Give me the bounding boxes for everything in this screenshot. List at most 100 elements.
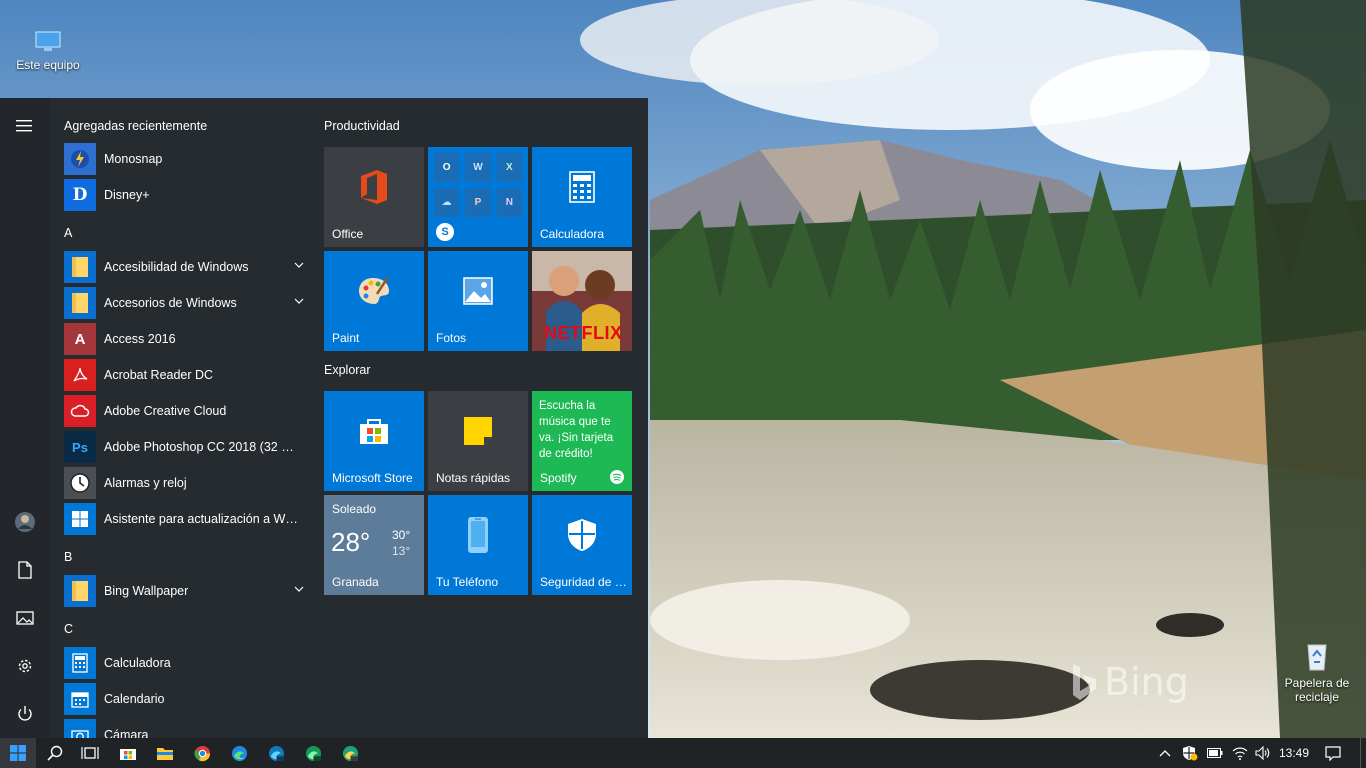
app-access-2016[interactable]: A Access 2016 — [64, 322, 308, 356]
excel-icon: X — [496, 153, 522, 182]
taskbar-edge-beta[interactable] — [258, 738, 294, 768]
speaker-icon — [1255, 746, 1270, 760]
taskbar: 13:49 — [0, 738, 1366, 768]
edge-dev-icon — [305, 745, 321, 761]
avatar-icon — [15, 512, 35, 532]
app-creative-cloud[interactable]: Adobe Creative Cloud — [64, 394, 308, 428]
app-label: Bing Wallpaper — [104, 584, 189, 598]
search-button[interactable] — [38, 738, 72, 768]
action-center-button[interactable] — [1320, 738, 1346, 768]
app-label: Accesibilidad de Windows — [104, 260, 249, 274]
app-label: Calendario — [104, 692, 165, 706]
app-label: Cámara — [104, 728, 149, 738]
weather-condition: Soleado — [332, 502, 377, 516]
chevron-down-icon[interactable] — [294, 585, 304, 593]
task-view-button[interactable] — [72, 738, 108, 768]
app-bing-wallpaper[interactable]: Bing Wallpaper — [64, 574, 308, 608]
battery-icon — [1207, 748, 1223, 758]
tile-office-apps-folder[interactable]: O W X ☁ P N S — [428, 147, 528, 247]
app-label: Accesorios de Windows — [104, 296, 237, 310]
app-label: Adobe Photoshop CC 2018 (32 Bit) — [104, 440, 298, 454]
app-alarmas-reloj[interactable]: Alarmas y reloj — [64, 466, 308, 500]
letter-header-b[interactable]: B — [64, 550, 72, 564]
taskbar-chrome[interactable] — [184, 738, 220, 768]
tile-fotos[interactable]: Fotos — [428, 251, 528, 351]
documents-button[interactable] — [0, 546, 50, 594]
letter-header-c[interactable]: C — [64, 622, 73, 636]
power-button[interactable] — [0, 690, 50, 738]
taskbar-edge-dev[interactable] — [295, 738, 331, 768]
user-account-button[interactable] — [0, 498, 50, 546]
start-menu: Agregadas recientemente Monosnap D Disne… — [0, 98, 648, 738]
app-label: Access 2016 — [104, 332, 176, 346]
taskbar-store[interactable] — [110, 738, 146, 768]
tile-label: Calculadora — [540, 227, 605, 241]
tray-battery[interactable] — [1203, 738, 1227, 768]
phone-icon — [428, 495, 528, 575]
windows-logo-icon — [10, 745, 26, 761]
tile-notas-rapidas[interactable]: Notas rápidas — [428, 391, 528, 491]
tray-security[interactable] — [1178, 738, 1202, 768]
app-calendario[interactable]: Calendario — [64, 682, 308, 716]
tile-netflix[interactable]: NETFLIX — [532, 251, 632, 351]
letter-header-a[interactable]: A — [64, 226, 72, 240]
show-hidden-icons-button[interactable] — [1154, 738, 1176, 768]
tile-label: Tu Teléfono — [436, 575, 499, 589]
shield-icon — [532, 495, 632, 575]
tile-seguridad-windows[interactable]: Seguridad de Windows — [532, 495, 632, 595]
app-acrobat-reader[interactable]: Acrobat Reader DC — [64, 358, 308, 392]
settings-button[interactable] — [0, 642, 50, 690]
app-asistente-actualizacion[interactable]: Asistente para actualización a Windows 1… — [64, 502, 308, 536]
office-icon — [324, 147, 424, 227]
acrobat-icon — [64, 359, 96, 391]
tile-tu-telefono[interactable]: Tu Teléfono — [428, 495, 528, 595]
power-icon — [18, 706, 32, 721]
start-button[interactable] — [0, 738, 36, 768]
monosnap-icon — [64, 143, 96, 175]
tile-group-productividad[interactable]: Productividad — [324, 119, 400, 133]
calculator-icon — [532, 147, 632, 227]
office-apps-grid: O W X ☁ P N — [434, 153, 522, 217]
recycle-bin-shortcut[interactable]: Papelera de reciclaje — [1277, 640, 1357, 704]
powerpoint-icon: P — [465, 188, 491, 217]
tile-label: Notas rápidas — [436, 471, 511, 485]
tile-microsoft-store[interactable]: Microsoft Store — [324, 391, 424, 491]
tile-weather[interactable]: Soleado 28° 30° 13° Granada — [324, 495, 424, 595]
show-desktop-button[interactable] — [1360, 738, 1366, 768]
taskbar-file-explorer[interactable] — [147, 738, 183, 768]
this-pc-shortcut[interactable]: Este equipo — [8, 30, 88, 72]
app-accesorios-windows[interactable]: Accesorios de Windows — [64, 286, 308, 320]
app-monosnap[interactable]: Monosnap — [64, 142, 308, 176]
app-accesibilidad-windows[interactable]: Accesibilidad de Windows — [64, 250, 308, 284]
disney-plus-icon: D — [64, 179, 96, 211]
chevron-down-icon[interactable] — [294, 261, 304, 269]
tile-label: Microsoft Store — [332, 471, 413, 485]
tile-paint[interactable]: Paint — [324, 251, 424, 351]
weather-city: Granada — [332, 575, 379, 589]
app-photoshop[interactable]: Ps Adobe Photoshop CC 2018 (32 Bit) — [64, 430, 308, 464]
taskbar-edge[interactable] — [221, 738, 257, 768]
edge-icon — [231, 745, 247, 761]
chrome-icon — [193, 745, 210, 761]
defender-warning-icon — [1183, 746, 1198, 761]
app-disney-plus[interactable]: D Disney+ — [64, 178, 308, 212]
tray-network[interactable] — [1228, 738, 1252, 768]
store-icon — [324, 391, 424, 471]
tile-calculadora[interactable]: Calculadora — [532, 147, 632, 247]
document-icon — [18, 561, 32, 579]
folder-icon — [64, 287, 96, 319]
windows-icon — [64, 503, 96, 535]
pictures-button[interactable] — [0, 594, 50, 642]
tile-office[interactable]: Office — [324, 147, 424, 247]
app-calculadora[interactable]: Calculadora — [64, 646, 308, 680]
taskbar-edge-canary[interactable] — [332, 738, 368, 768]
tile-group-explorar[interactable]: Explorar — [324, 363, 371, 377]
taskbar-clock[interactable]: 13:49 — [1270, 738, 1318, 768]
recycle-bin-label: Papelera de reciclaje — [1284, 676, 1350, 704]
tile-spotify[interactable]: Escucha la música que te va. ¡Sin tarjet… — [532, 391, 632, 491]
app-camara[interactable]: Cámara — [64, 718, 308, 738]
start-menu-rail — [0, 98, 50, 738]
expand-menu-button[interactable] — [0, 102, 50, 150]
chevron-down-icon[interactable] — [294, 297, 304, 305]
camera-icon — [64, 719, 96, 738]
